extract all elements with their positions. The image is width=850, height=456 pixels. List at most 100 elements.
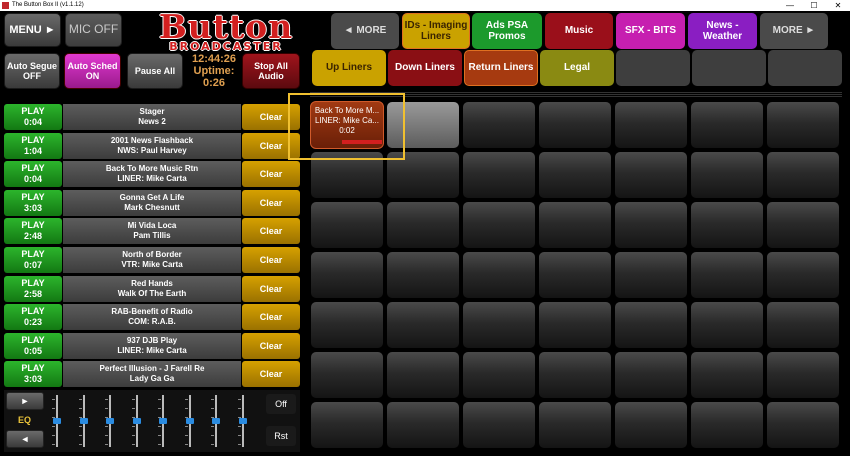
eq-slider-thumb[interactable]: [106, 418, 114, 424]
cart-description[interactable]: Red Hands Walk Of The Earth: [63, 275, 241, 302]
play-button[interactable]: PLAY 2:48: [4, 218, 62, 245]
eq-slider-thumb[interactable]: [53, 418, 61, 424]
grid-button[interactable]: [690, 351, 764, 399]
grid-button[interactable]: [310, 251, 384, 299]
grid-button[interactable]: [766, 101, 840, 149]
cart-description[interactable]: Stager News 2: [63, 104, 241, 130]
category-tab-5[interactable]: News - Weather: [688, 13, 757, 49]
grid-button[interactable]: [690, 401, 764, 449]
cart-description[interactable]: 2001 News Flashback NWS: Paul Harvey: [63, 132, 241, 159]
grid-button[interactable]: [766, 401, 840, 449]
clear-button[interactable]: Clear: [242, 218, 300, 245]
play-button[interactable]: PLAY 3:03: [4, 361, 62, 388]
grid-button[interactable]: [462, 201, 536, 249]
grid-button[interactable]: [386, 251, 460, 299]
eq-slider[interactable]: [211, 395, 221, 447]
eq-slider-thumb[interactable]: [159, 418, 167, 424]
maximize-button[interactable]: ☐: [802, 0, 826, 11]
grid-button[interactable]: [766, 251, 840, 299]
eq-reset-button[interactable]: Rst: [266, 426, 296, 446]
close-button[interactable]: ✕: [826, 0, 850, 11]
grid-button[interactable]: [310, 151, 384, 199]
eq-next-button[interactable]: ►: [6, 392, 44, 410]
eq-slider[interactable]: [131, 395, 142, 447]
grid-button[interactable]: [538, 151, 612, 199]
grid-button[interactable]: [386, 401, 460, 449]
category-tab-4[interactable]: SFX - BITS: [616, 13, 685, 49]
grid-button[interactable]: [690, 101, 764, 149]
grid-button[interactable]: [386, 101, 460, 149]
grid-button[interactable]: [690, 251, 764, 299]
clear-button[interactable]: Clear: [242, 275, 300, 302]
grid-button[interactable]: [538, 351, 612, 399]
play-button[interactable]: PLAY 0:04: [4, 104, 62, 130]
eq-slider-thumb[interactable]: [79, 418, 88, 424]
grid-button[interactable]: [766, 351, 840, 399]
grid-button[interactable]: [690, 151, 764, 199]
sub-tab-6[interactable]: [768, 50, 842, 86]
auto-segue-button[interactable]: Auto Segue OFF: [4, 53, 60, 89]
cart-description[interactable]: Mi Vida Loca Pam Tillis: [63, 218, 241, 245]
grid-button[interactable]: [690, 201, 764, 249]
play-button[interactable]: PLAY 0:05: [4, 332, 62, 359]
clear-button[interactable]: Clear: [242, 332, 300, 359]
grid-button[interactable]: [614, 251, 688, 299]
eq-off-button[interactable]: Off: [266, 394, 296, 414]
grid-button[interactable]: [386, 301, 460, 349]
grid-button[interactable]: [462, 301, 536, 349]
clear-button[interactable]: Clear: [242, 132, 300, 159]
grid-button[interactable]: [538, 301, 612, 349]
clear-button[interactable]: Clear: [242, 247, 300, 273]
grid-button[interactable]: [538, 401, 612, 449]
grid-button[interactable]: [310, 351, 384, 399]
minimize-button[interactable]: —: [778, 0, 802, 11]
grid-button[interactable]: [462, 101, 536, 149]
grid-button[interactable]: [614, 151, 688, 199]
pause-all-button[interactable]: Pause All: [127, 53, 183, 89]
clear-button[interactable]: Clear: [242, 361, 300, 388]
eq-slider[interactable]: [78, 395, 89, 447]
grid-button[interactable]: [614, 351, 688, 399]
cart-description[interactable]: RAB-Benefit of Radio COM: R.A.B.: [63, 304, 241, 331]
grid-button[interactable]: [462, 401, 536, 449]
category-tab-3[interactable]: Music: [545, 13, 613, 49]
grid-button[interactable]: [766, 201, 840, 249]
eq-slider-thumb[interactable]: [238, 418, 247, 424]
sub-tab-3[interactable]: Legal: [540, 50, 614, 86]
play-button[interactable]: PLAY 0:04: [4, 161, 62, 188]
category-tab-0[interactable]: ◄ MORE: [331, 13, 399, 49]
grid-button[interactable]: [462, 251, 536, 299]
play-button[interactable]: PLAY 1:04: [4, 132, 62, 159]
grid-button[interactable]: [310, 301, 384, 349]
grid-button[interactable]: [310, 401, 384, 449]
grid-button[interactable]: [690, 301, 764, 349]
sub-tab-4[interactable]: [616, 50, 690, 86]
sub-tab-2[interactable]: Return Liners: [464, 50, 538, 86]
eq-slider[interactable]: [52, 395, 62, 447]
grid-button[interactable]: [614, 401, 688, 449]
grid-button[interactable]: [614, 101, 688, 149]
grid-button[interactable]: [386, 151, 460, 199]
cart-description[interactable]: North of Border VTR: Mike Carta: [63, 247, 241, 273]
play-button[interactable]: PLAY 0:07: [4, 247, 62, 273]
category-tab-6[interactable]: MORE ►: [760, 13, 828, 49]
grid-button[interactable]: [538, 201, 612, 249]
mic-off-button[interactable]: MIC OFF: [65, 13, 122, 47]
eq-slider-thumb[interactable]: [132, 418, 141, 424]
cart-description[interactable]: Perfect Illusion - J Farell Re Lady Ga Ga: [63, 361, 241, 388]
sub-tab-0[interactable]: Up Liners: [312, 50, 386, 86]
grid-button[interactable]: [538, 101, 612, 149]
grid-button[interactable]: [614, 201, 688, 249]
grid-button[interactable]: [538, 251, 612, 299]
grid-button[interactable]: [386, 351, 460, 399]
eq-prev-button[interactable]: ◄: [6, 430, 44, 448]
grid-button[interactable]: [462, 151, 536, 199]
play-button[interactable]: PLAY 2:58: [4, 275, 62, 302]
grid-button[interactable]: [614, 301, 688, 349]
eq-slider[interactable]: [158, 395, 168, 447]
eq-slider[interactable]: [105, 395, 115, 447]
eq-slider-thumb[interactable]: [185, 418, 194, 424]
clear-button[interactable]: Clear: [242, 161, 300, 188]
clear-button[interactable]: Clear: [242, 189, 300, 216]
auto-sched-button[interactable]: Auto Sched ON: [64, 53, 121, 89]
